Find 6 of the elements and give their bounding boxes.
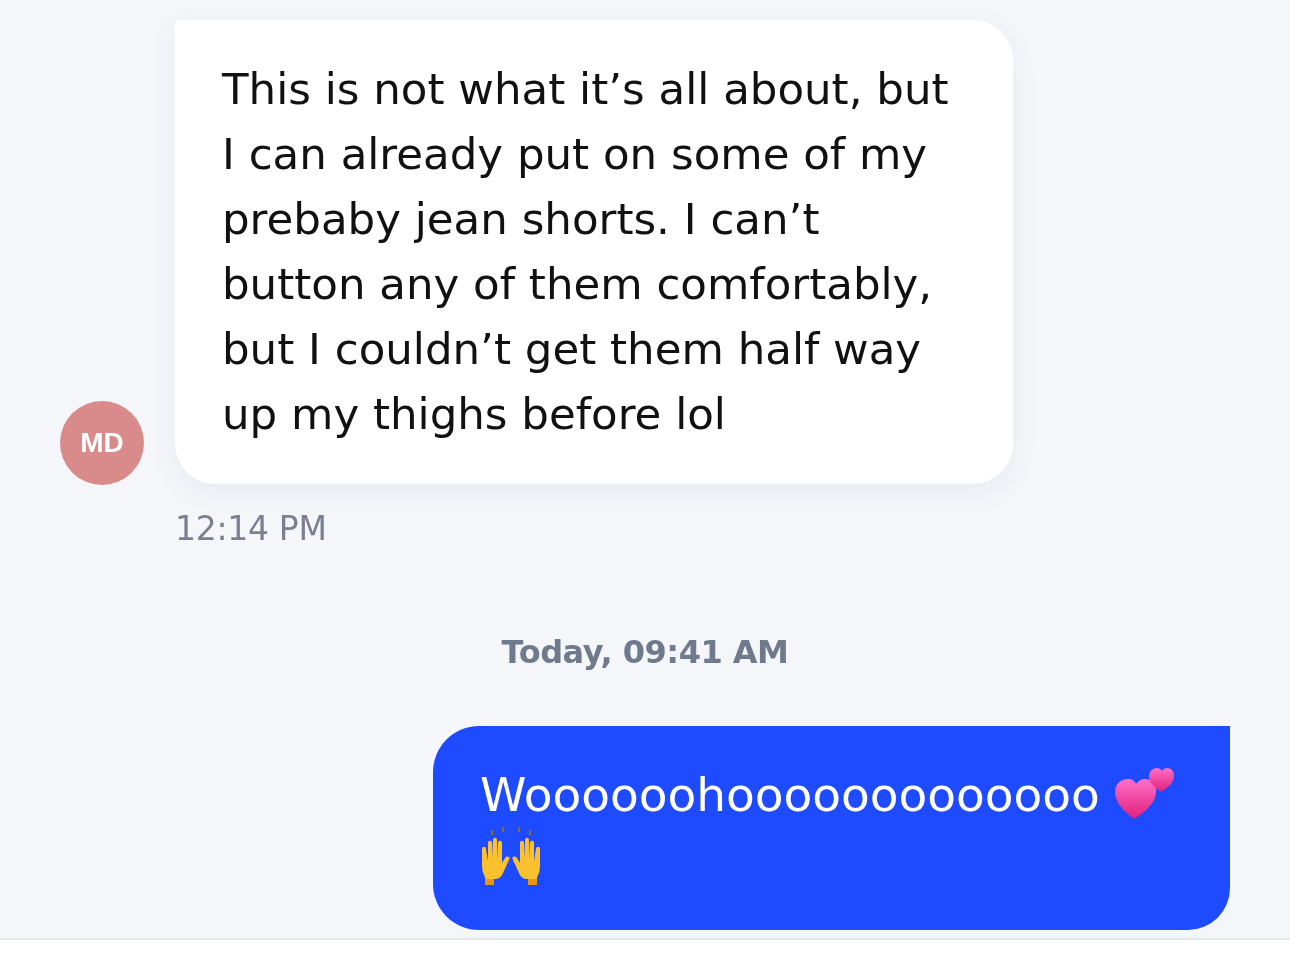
- message-text: Woooooohooooooooooooo: [480, 766, 1100, 822]
- timestamp: 12:14 PM: [175, 508, 327, 550]
- date-divider: Today, 09:41 AM: [501, 631, 789, 673]
- raised-hands-icon: [480, 826, 542, 885]
- avatar: MD: [60, 401, 144, 485]
- message-text: This is not what it’s all about, but I can already put on some of my prebaby jean shorts. I can’t button any of them comfortably, but I couldn’t get them half way up my thighs before lol: [222, 63, 950, 441]
